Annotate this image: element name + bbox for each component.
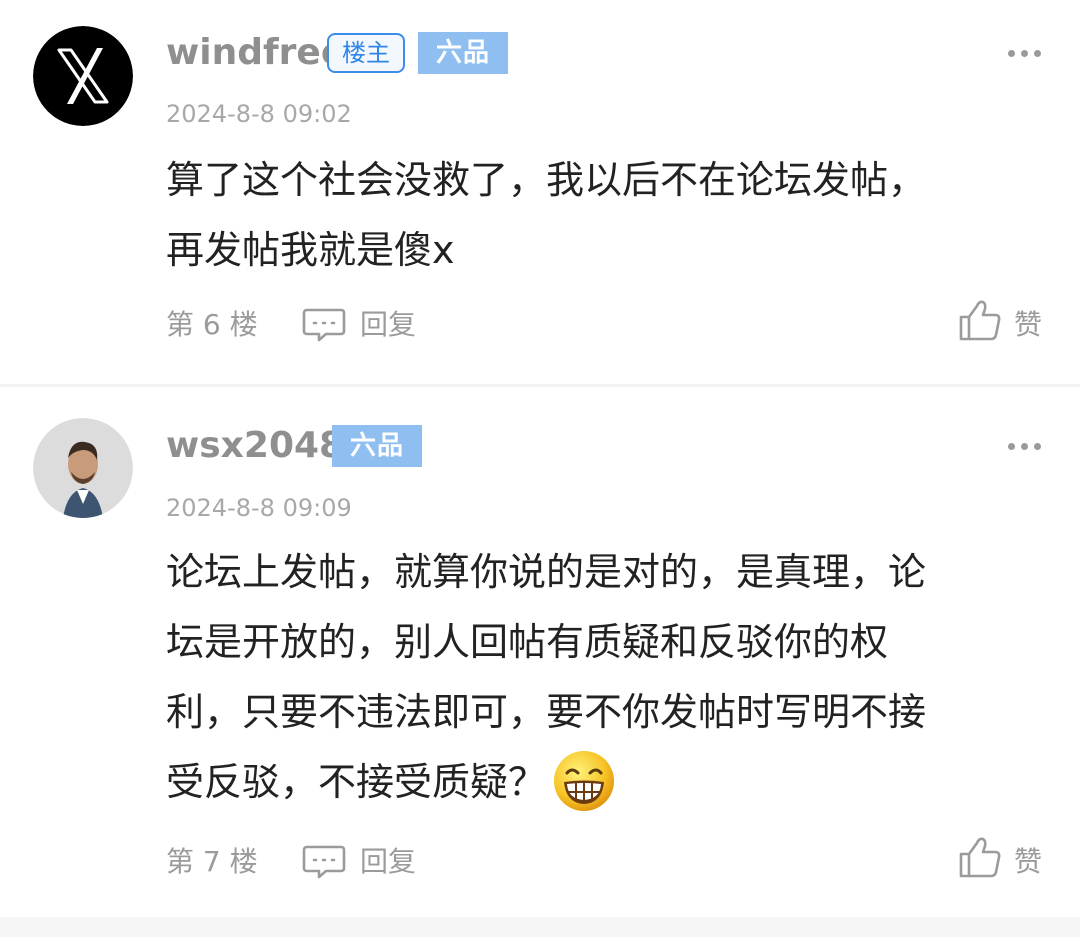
more-dots-icon[interactable] xyxy=(1008,441,1042,451)
content-line: 利，只要不违法即可，要不你发帖时写明不接 xyxy=(166,690,927,734)
avatar[interactable] xyxy=(33,418,133,518)
rank-badge: 六品 xyxy=(418,32,508,74)
username[interactable]: windfree xyxy=(166,31,345,75)
content-line: 论坛上发帖，就算你说的是对的，是真理，论 xyxy=(166,550,927,594)
thumbs-up-icon xyxy=(959,837,1001,878)
post-floor-6: windfree 楼主 六品 2024-8-8 09:02 算了这个社会没救了，… xyxy=(0,0,1080,384)
rank-badge: 六品 xyxy=(332,425,422,467)
floor-number: 第 7 楼 xyxy=(166,845,258,878)
post-content: 论坛上发帖，就算你说的是对的，是真理，论 坛是开放的，别人回帖有质疑和反驳你的权… xyxy=(166,537,1036,817)
post-footer: 第 7 楼 回复 赞 xyxy=(166,837,1048,885)
x-logo-icon xyxy=(33,26,133,126)
like-label: 赞 xyxy=(1014,308,1043,341)
more-dots-icon[interactable] xyxy=(1008,48,1042,58)
grinning-emoji-icon xyxy=(554,750,615,811)
post-content: 算了这个社会没救了，我以后不在论坛发帖， 再发帖我就是傻x xyxy=(166,145,1036,285)
profile-photo-icon xyxy=(33,418,133,518)
reply-label: 回复 xyxy=(360,308,417,341)
content-line-text: 受反驳，不接受质疑？ xyxy=(166,760,547,804)
reply-comment-icon xyxy=(302,845,346,879)
thumbs-up-icon xyxy=(959,300,1001,341)
reply-label: 回复 xyxy=(360,845,417,878)
content-line: 算了这个社会没救了，我以后不在论坛发帖， xyxy=(166,158,927,202)
content-line: 再发帖我就是傻x xyxy=(166,228,455,272)
like-button[interactable]: 赞 xyxy=(958,833,1048,885)
post-divider xyxy=(0,917,1080,937)
floor-number: 第 6 楼 xyxy=(166,308,258,341)
timestamp: 2024-8-8 09:09 xyxy=(166,494,352,522)
post-floor-7: wsx2048 六品 2024-8-8 09:09 论坛上发帖，就算你说的是对的… xyxy=(0,387,1080,917)
post-footer: 第 6 楼 回复 赞 xyxy=(166,300,1048,348)
op-badge: 楼主 xyxy=(327,33,405,73)
avatar[interactable] xyxy=(33,26,133,126)
like-label: 赞 xyxy=(1014,845,1043,878)
username[interactable]: wsx2048 xyxy=(166,424,344,468)
timestamp: 2024-8-8 09:02 xyxy=(166,100,352,128)
reply-comment-icon xyxy=(302,308,346,342)
content-line: 坛是开放的，别人回帖有质疑和反驳你的权 xyxy=(166,620,889,664)
content-line-last: 受反驳，不接受质疑？ xyxy=(166,747,1036,817)
like-button[interactable]: 赞 xyxy=(958,296,1048,348)
